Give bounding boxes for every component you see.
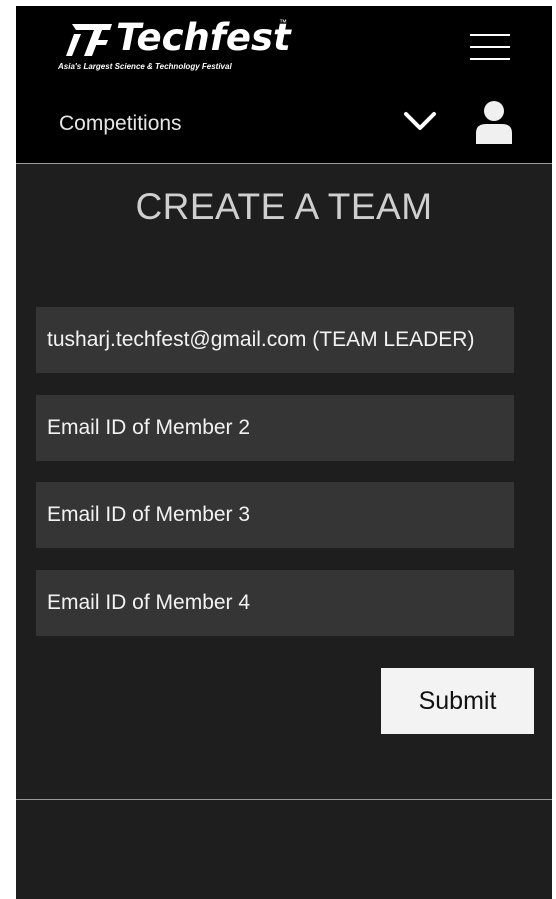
brand-name: Techfest <box>116 16 291 59</box>
current-section-label[interactable]: Competitions <box>59 112 182 136</box>
member-2-email-field[interactable] <box>36 395 514 461</box>
site-header: Techfest ™ Asia's Largest Science & Tech… <box>16 6 552 163</box>
app-frame: Techfest ™ Asia's Largest Science & Tech… <box>16 6 552 899</box>
brand-tagline: Asia's Largest Science & Technology Fest… <box>58 62 232 71</box>
techfest-logo-mark <box>66 24 112 56</box>
hamburger-menu-icon-bar-middle <box>470 46 510 48</box>
chevron-down-icon[interactable] <box>400 106 440 136</box>
page-title: CREATE A TEAM <box>135 186 433 227</box>
team-leader-email-field[interactable] <box>36 307 514 373</box>
member-4-email-field[interactable] <box>36 570 514 636</box>
hamburger-menu-icon-bar-bottom <box>470 58 510 60</box>
footer-divider <box>16 799 552 800</box>
user-icon[interactable] <box>474 100 514 144</box>
hamburger-menu-icon-bar-top <box>470 34 510 36</box>
trademark-mark: ™ <box>279 18 287 27</box>
member-3-email-field[interactable] <box>36 482 514 548</box>
submit-button[interactable]: Submit <box>381 668 534 734</box>
header-divider <box>16 163 552 164</box>
techfest-logo[interactable]: Techfest ™ Asia's Largest Science & Tech… <box>58 16 298 74</box>
hamburger-menu-button[interactable] <box>466 30 512 66</box>
